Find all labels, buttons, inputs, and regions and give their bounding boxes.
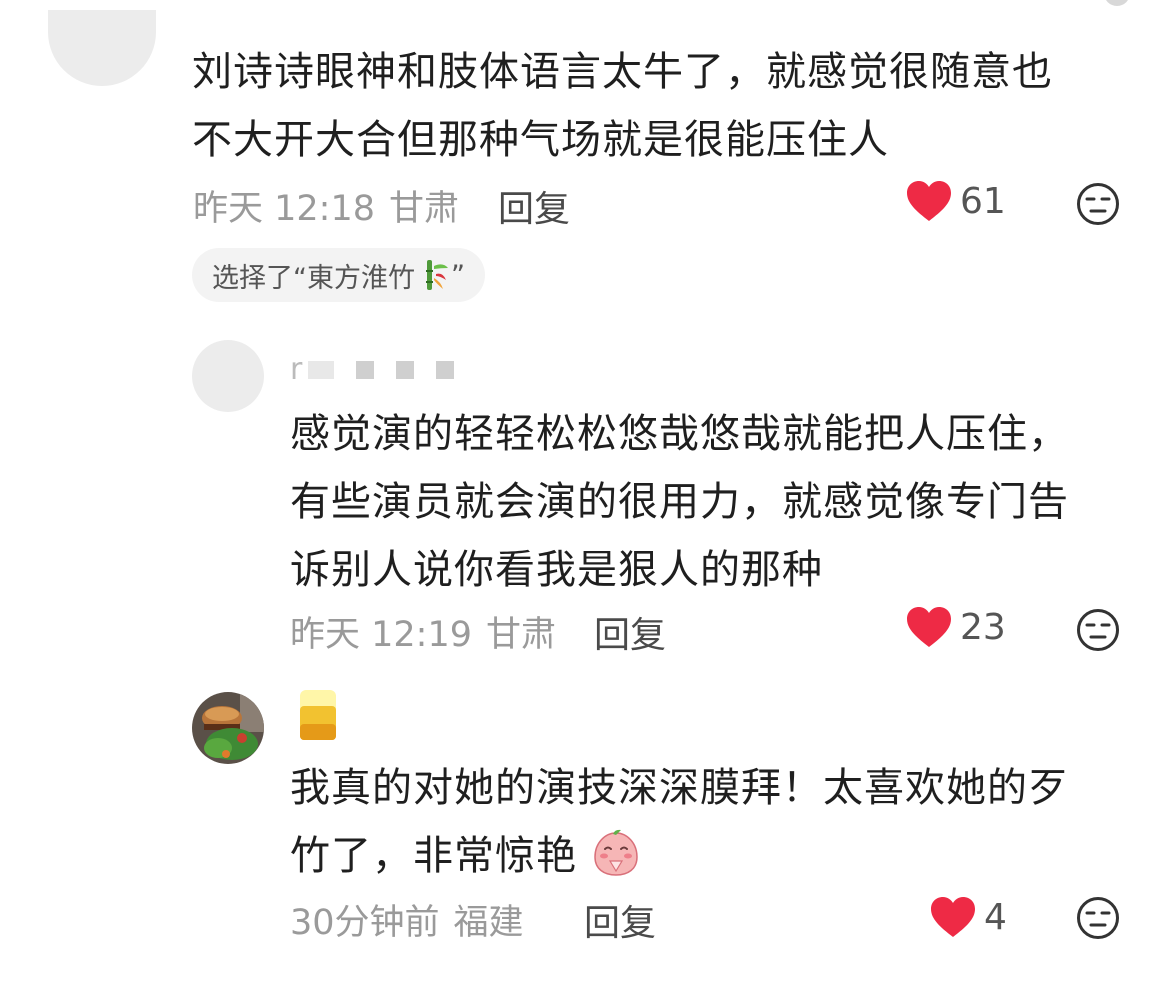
reply-button[interactable]: 回复 xyxy=(594,606,666,658)
avatar[interactable] xyxy=(48,10,156,86)
top-cutoff-area xyxy=(0,0,1170,6)
comment-time: 30分钟前 xyxy=(290,903,440,943)
dislike-face-icon[interactable] xyxy=(1076,182,1120,226)
comment-location: 甘肃 xyxy=(389,189,460,229)
like-button[interactable]: 23 xyxy=(906,606,1006,648)
choice-badge[interactable]: 选择了“東方淮竹 ” xyxy=(192,248,485,302)
comment-text: 感觉演的轻轻松松悠哉悠哉就能把人压住， 有些演员就会演的很用力，就感觉像专门告 … xyxy=(290,411,1069,593)
avatar[interactable] xyxy=(192,692,264,764)
like-count: 23 xyxy=(960,606,1006,648)
like-count: 4 xyxy=(984,896,1007,938)
heart-icon xyxy=(907,181,951,221)
reply-button[interactable]: 回复 xyxy=(584,894,656,946)
bamboo-emoji-icon xyxy=(426,260,448,290)
blur-block xyxy=(308,360,335,379)
like-button[interactable]: 4 xyxy=(930,896,1007,938)
comment-meta: 30分钟前 福建 xyxy=(290,894,524,945)
comment-time: 昨天 12:18 xyxy=(193,189,375,229)
praying-peach-emoji-icon xyxy=(593,829,638,876)
username-emoji-icon[interactable] xyxy=(298,690,338,742)
comment-location: 甘肃 xyxy=(486,615,557,655)
top-right-cutoff-icon xyxy=(1104,0,1130,6)
comment-time: 昨天 12:19 xyxy=(290,615,472,655)
heart-icon xyxy=(931,897,975,937)
like-count: 61 xyxy=(960,180,1006,222)
comment-meta: 昨天 12:19 甘肃 xyxy=(290,606,556,657)
like-button[interactable]: 61 xyxy=(906,180,1006,222)
heart-icon xyxy=(907,607,951,647)
comment-meta: 昨天 12:18 甘肃 xyxy=(193,180,459,231)
username-blurred[interactable]: r xyxy=(290,352,476,387)
comment-text: 我真的对她的演技深深膜拜！太喜欢她的歹 竹了，非常惊艳 xyxy=(290,765,1069,879)
comment-location: 福建 xyxy=(453,903,524,943)
comment-text: 刘诗诗眼神和肢体语言太牛了，就感觉很随意也 不大开大合但那种气场就是很能压住人 xyxy=(192,49,1053,163)
avatar[interactable] xyxy=(192,340,264,412)
blur-block xyxy=(396,360,415,379)
blur-block xyxy=(436,360,455,379)
comment-list: 刘诗诗眼神和肢体语言太牛了，就感觉很随意也 不大开大合但那种气场就是很能压住人 … xyxy=(0,0,1170,999)
reply-button[interactable]: 回复 xyxy=(498,180,570,232)
dislike-face-icon[interactable] xyxy=(1076,896,1120,940)
dislike-face-icon[interactable] xyxy=(1076,608,1120,652)
blur-block xyxy=(356,360,375,379)
